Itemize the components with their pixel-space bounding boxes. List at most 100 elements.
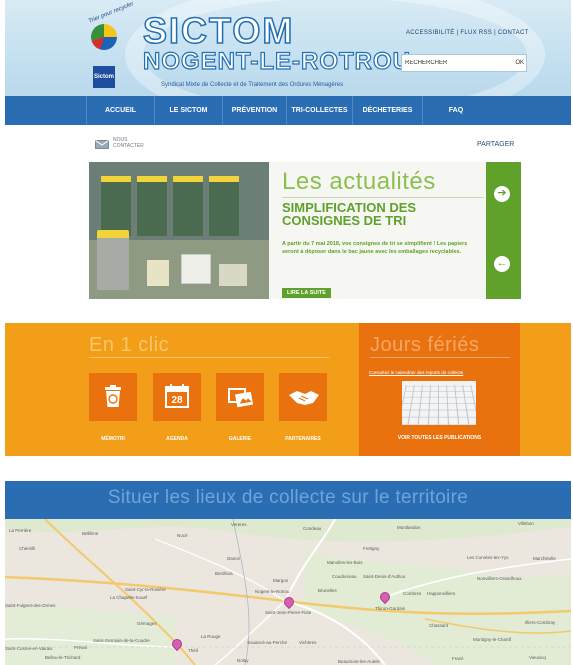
site-subtitle: Syndicat Mixte de Collecte et de Traitem…: [161, 82, 344, 88]
map-town: Berdhuis: [215, 571, 233, 576]
map-town: Chassant: [429, 623, 449, 628]
news-title[interactable]: SIMPLIFICATION DES CONSIGNES DE TRI: [282, 201, 477, 227]
tile-agenda[interactable]: 28: [153, 373, 201, 421]
tile-memotri-label: MÉMOTRI: [101, 436, 125, 442]
map-town: Préval: [74, 645, 87, 650]
holidays-box: Jours fériés Consultez le calendrier des…: [359, 323, 520, 456]
next-arrow-icon[interactable]: ➔: [494, 186, 510, 202]
map-town: Saint-Germain-de-la-Coudre: [93, 638, 150, 643]
news-arrows: ➔ ←: [486, 162, 521, 299]
map-town: La Chapelle-Souëf: [110, 595, 148, 600]
main-nav: ACCUEIL LE SICTOM PRÉVENTION TRI-COLLECT…: [5, 96, 571, 125]
quick-links-divider: [89, 357, 329, 358]
map-town: Montigny-le-Chartif: [473, 637, 512, 642]
news-heading: Les actualités: [282, 168, 436, 195]
calendar-grid: [402, 385, 476, 425]
photo-container: [101, 176, 131, 236]
logo-slogan: Trier pour recycler: [87, 1, 135, 25]
photo-box: [219, 264, 247, 286]
search-input[interactable]: [405, 57, 495, 69]
nav-item-le-sictom[interactable]: LE SICTOM: [155, 96, 223, 125]
news-photo[interactable]: [89, 162, 269, 299]
tile-agenda-label: AGENDA: [166, 436, 188, 442]
search-box: OK: [401, 54, 527, 72]
map-town: La Rouge: [201, 634, 221, 639]
all-publications-link[interactable]: VOIR TOUTES LES PUBLICATIONS: [359, 435, 520, 441]
tile-partenaires[interactable]: [279, 373, 327, 421]
trash-recycle-icon: [105, 385, 121, 407]
tile-memotri[interactable]: [89, 373, 137, 421]
collection-map[interactable]: La Perrière Bellême Nocé Vereres Condeau…: [5, 519, 571, 665]
holidays-calendar-image[interactable]: [402, 381, 476, 425]
map-town: Bellême: [82, 531, 99, 536]
holidays-divider: [370, 357, 510, 358]
sictom-logo[interactable]: Trier pour recycler Sictom: [85, 1, 135, 88]
nav-item-prevention[interactable]: PRÉVENTION: [223, 96, 287, 125]
map-town: Vieuvicq: [529, 655, 546, 660]
map-town: Saint-Cosme-en-Vairais: [5, 646, 53, 651]
map-town: Théil: [188, 648, 198, 653]
map-town: Vichères: [299, 640, 317, 645]
map-town: Nolay: [237, 658, 249, 663]
nav-item-accueil[interactable]: ACCUEIL: [87, 96, 155, 125]
map-town: Frazé: [452, 656, 464, 661]
nav-item-faq[interactable]: FAQ: [423, 96, 489, 125]
map-town: Brunelles: [318, 588, 337, 593]
map-town: Nogent-le-Rotrou: [255, 589, 290, 594]
map-town: Illiers-Combray: [525, 620, 556, 625]
map-town: Villebon: [518, 521, 534, 526]
read-more-button[interactable]: LIRE LA SUITE: [282, 288, 331, 298]
tile-galerie[interactable]: [216, 373, 264, 421]
map-town: Bellou-le-Trichard: [45, 655, 81, 660]
map-town: Vereres: [231, 522, 247, 527]
map-town: Manolles-les-Bois: [327, 560, 363, 565]
photo-container: [209, 176, 239, 236]
map-town: Gémages: [137, 621, 157, 626]
map-town: Les Corvées-les-Yys: [467, 555, 509, 560]
photo-box: [181, 254, 211, 284]
map-town: Saint-Denis-d'Authou: [363, 574, 406, 579]
photo-container: [137, 176, 167, 236]
site-title-line2: NOGENT-LE-ROTROU: [142, 48, 411, 75]
map-town: La Perrière: [9, 528, 32, 533]
map-title: Situer les lieux de collecte sur le terr…: [107, 487, 469, 508]
contact-line2: CONTACTER: [113, 143, 144, 149]
map-town: Condeau: [303, 526, 322, 531]
gallery-icon: [228, 388, 254, 408]
map-town: Chemilli: [19, 546, 36, 551]
map-town: Fretigny: [363, 546, 380, 551]
tile-partenaires-label: PARTENAIRES: [285, 436, 321, 442]
map-town: Coudreceau: [332, 574, 357, 579]
share-link[interactable]: PARTAGER: [477, 141, 514, 148]
logo-box: Sictom: [93, 66, 115, 88]
prev-arrow-icon[interactable]: ←: [494, 256, 510, 272]
top-links[interactable]: ACCESSIBILITÉ | FLUX RSS | CONTACT: [406, 30, 529, 36]
site-title-line1: SICTOM: [142, 10, 295, 51]
map-banner: Situer les lieux de collecte sur le terr…: [5, 481, 571, 519]
map-town: Souancé-au-Perche: [247, 640, 288, 645]
search-button[interactable]: OK: [515, 57, 524, 69]
holidays-title: Jours fériés: [370, 334, 480, 356]
map-town: Marchéville: [533, 556, 556, 561]
calendar-day: 28: [171, 395, 183, 406]
site-header: Trier pour recycler Sictom SICTOM NOGENT…: [5, 0, 571, 96]
nav-item-decheteries[interactable]: DÉCHETERIES: [353, 96, 423, 125]
holidays-calendar-link[interactable]: Consultez le calendrier des reports de c…: [369, 370, 463, 375]
map-town: Happonvilliers: [427, 591, 456, 596]
photo-box: [147, 260, 169, 286]
contact-link[interactable]: NOUS CONTACTER: [113, 137, 153, 149]
nav-item-tri-collectes[interactable]: TRI-COLLECTES: [287, 96, 353, 125]
map-town: Dancé: [227, 556, 241, 561]
map-town: Combres: [403, 591, 422, 596]
map-town: Montlandon: [397, 525, 421, 530]
news-divider: [282, 197, 484, 198]
map-town: Nonvilliers-Grandhoux: [477, 576, 522, 581]
map-town: Beaumont-les-Autels: [338, 659, 380, 664]
news-slider: Les actualités SIMPLIFICATION DES CONSIG…: [89, 162, 521, 299]
map-town: Nocé: [177, 533, 188, 538]
logo-globe-icon: [91, 24, 117, 50]
map-town: Saint-Cyr-la-Rosière: [125, 587, 166, 592]
map-town: Margon: [273, 578, 289, 583]
photo-container: [173, 176, 203, 236]
mail-icon[interactable]: [95, 140, 109, 149]
